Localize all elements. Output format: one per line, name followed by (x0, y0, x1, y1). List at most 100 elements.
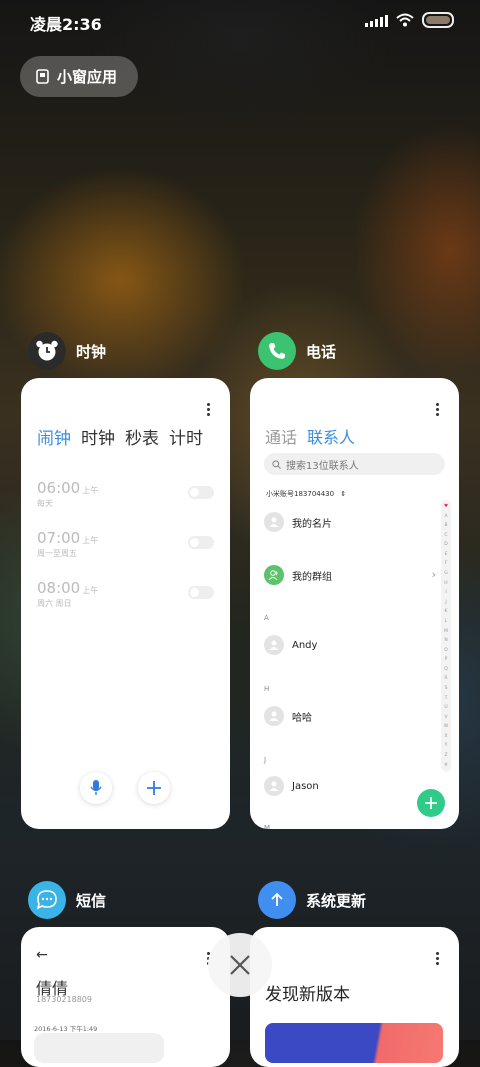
alarm-toggle[interactable] (188, 536, 214, 549)
tab-clock[interactable]: 时钟 (81, 424, 115, 449)
alarm-ampm: 上午 (82, 486, 99, 495)
app-label-clock: 时钟 (28, 332, 106, 370)
index-letter[interactable]: O (444, 648, 448, 653)
battery-icon (422, 12, 454, 28)
index-letter[interactable]: N (444, 638, 447, 643)
search-placeholder: 搜索13位联系人 (286, 460, 359, 472)
contact-name: Andy (292, 639, 318, 651)
back-arrow-icon[interactable]: ← (36, 947, 48, 963)
app-card-phone[interactable]: 通话 联系人 搜索13位联系人 小米账号183704430 ⇕ 我的名片 我的群… (250, 378, 459, 829)
search-icon (272, 459, 281, 469)
index-letter[interactable]: C (444, 533, 447, 538)
app-label-sms: 短信 (28, 881, 106, 919)
chevron-right-icon: › (431, 568, 436, 581)
index-letter[interactable]: K (445, 609, 448, 614)
app-name-phone: 电话 (306, 342, 337, 361)
alarm-toggle[interactable] (188, 586, 214, 599)
index-letter[interactable]: P (445, 657, 448, 662)
index-letter[interactable]: S (445, 686, 448, 691)
avatar (264, 776, 284, 796)
floating-window-label: 小窗应用 (57, 68, 118, 86)
contact-item[interactable]: Andy (264, 635, 317, 655)
clear-all-button[interactable] (208, 933, 272, 997)
app-label-update: 系统更新 (258, 881, 366, 919)
account-selector[interactable]: 小米账号183704430 ⇕ (266, 489, 346, 499)
signal-icon (365, 13, 388, 27)
index-letter[interactable]: W (444, 724, 448, 729)
sms-app-icon (28, 881, 66, 919)
index-letter[interactable]: Y (445, 743, 448, 748)
microphone-icon (90, 780, 102, 795)
clock-tabs: 闹钟 时钟 秒表 计时 (37, 424, 203, 449)
group-icon (268, 570, 278, 581)
tab-calls[interactable]: 通话 (265, 424, 297, 448)
contact-my-card[interactable]: 我的名片 (264, 512, 332, 532)
index-letter[interactable]: T (445, 696, 448, 701)
index-letter[interactable]: E (445, 552, 448, 557)
index-letter[interactable]: F (445, 561, 448, 566)
plus-icon (425, 797, 437, 809)
index-letter[interactable]: A (444, 514, 447, 519)
index-letter[interactable]: Z (444, 753, 447, 758)
index-letter[interactable]: # (444, 763, 448, 768)
tab-stopwatch[interactable]: 秒表 (125, 424, 159, 449)
section-header: J (264, 756, 267, 764)
more-options-icon[interactable] (207, 403, 210, 418)
index-letter[interactable]: L (445, 619, 448, 624)
update-app-icon (258, 881, 296, 919)
index-letter[interactable]: J (445, 600, 446, 605)
close-icon (230, 955, 250, 975)
tab-contacts[interactable]: 联系人 (307, 424, 355, 448)
index-letter[interactable]: ♥ (444, 504, 448, 509)
contact-name: Jason (292, 780, 319, 792)
index-letter[interactable]: Q (444, 667, 448, 672)
add-contact-button[interactable] (417, 789, 445, 817)
add-alarm-button[interactable] (138, 772, 170, 804)
index-letter[interactable]: M (444, 629, 448, 634)
app-card-update[interactable]: 发现新版本 (250, 927, 459, 1067)
index-letter[interactable]: R (444, 676, 447, 681)
index-letter[interactable]: B (444, 523, 447, 528)
contacts-search-input[interactable]: 搜索13位联系人 (264, 453, 445, 475)
index-letter[interactable]: X (444, 734, 447, 739)
alarm-repeat: 周六 周日 (37, 599, 72, 608)
tab-alarm[interactable]: 闹钟 (37, 424, 71, 449)
alarm-time: 08:00 (37, 579, 81, 597)
section-header: A (264, 614, 269, 622)
index-letter[interactable]: D (444, 542, 447, 547)
contact-item[interactable]: 哈哈 (264, 706, 312, 726)
more-options-icon[interactable] (436, 952, 439, 967)
alarm-toggle[interactable] (188, 486, 214, 499)
floating-window-button[interactable]: 小窗应用 (20, 56, 138, 97)
message-bubble (34, 1033, 164, 1063)
contact-name: 哈哈 (292, 712, 312, 724)
alarm-repeat: 周一至周五 (37, 549, 77, 558)
alarm-time: 06:00 (37, 479, 81, 497)
contact-name: 我的群组 (292, 571, 332, 583)
index-letter[interactable]: H (444, 581, 447, 586)
message-timestamp: 2016-6-13 下午1:49 (34, 1025, 98, 1033)
app-card-clock[interactable]: 闹钟 时钟 秒表 计时 06:00 上午 每天 07:00 上午 周一至周五 08:… (21, 378, 230, 829)
status-time: 凌晨2:36 (30, 15, 102, 34)
floating-window-icon (36, 69, 49, 84)
index-letter[interactable]: U (444, 705, 447, 710)
alarm-ampm: 上午 (82, 586, 99, 595)
person-icon (269, 640, 279, 650)
avatar (264, 512, 284, 532)
phone-tabs: 通话 联系人 (265, 424, 355, 448)
tab-timer[interactable]: 计时 (169, 424, 203, 449)
contact-my-group[interactable]: 我的群组 › (264, 565, 436, 585)
index-letter[interactable]: V (444, 715, 447, 720)
update-headline: 发现新版本 (265, 985, 350, 1005)
section-header: M (264, 824, 271, 829)
app-card-sms[interactable]: ← 倩倩 18730218809 2016-6-13 下午1:49 (21, 927, 230, 1067)
alphabet-index-scrollbar[interactable]: ♥ A B C D E F G H I J K L M N O P Q R S T U V W X Y Z # (441, 500, 451, 772)
person-icon (269, 781, 279, 791)
index-letter[interactable]: G (444, 571, 448, 576)
app-name-clock: 时钟 (76, 342, 107, 361)
voice-button[interactable] (80, 772, 112, 804)
contact-item[interactable]: Jason (264, 776, 319, 796)
more-options-icon[interactable] (436, 403, 439, 418)
index-letter[interactable]: I (445, 590, 446, 595)
person-icon (269, 711, 279, 721)
